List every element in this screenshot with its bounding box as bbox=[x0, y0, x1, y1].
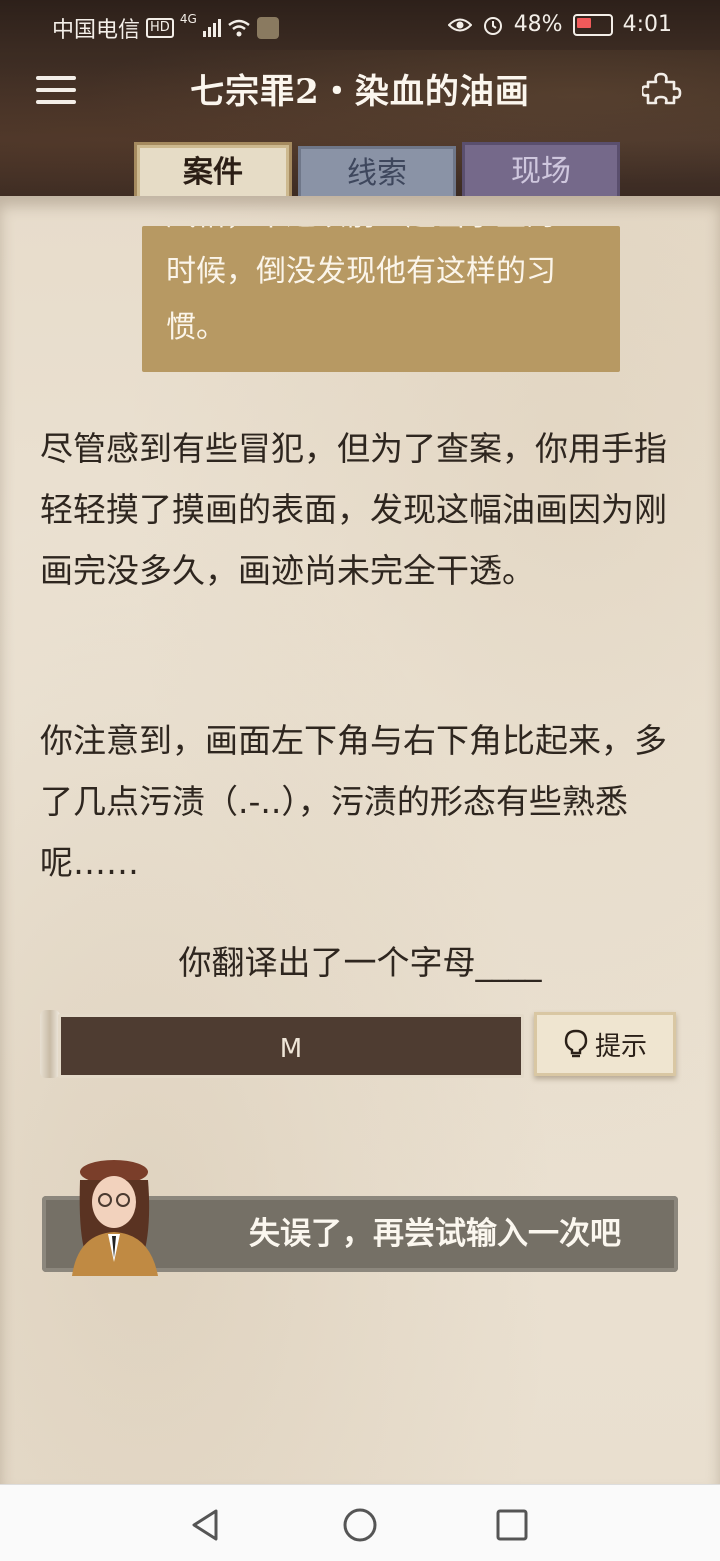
status-left: 中国电信 HD 4G bbox=[52, 12, 279, 44]
app-header: 七宗罪2・染血的油画 案件 线索 现场 bbox=[0, 50, 720, 206]
dialogue-box: 风格，不过以前一起当学生的 时候，倒没发现他有这样的习 惯。 bbox=[142, 226, 620, 372]
wifi-icon bbox=[227, 19, 250, 37]
hint-button[interactable]: 提示 bbox=[534, 1012, 676, 1076]
tab-clues[interactable]: 线索 bbox=[298, 146, 456, 202]
hint-button-label: 提示 bbox=[594, 1031, 647, 1062]
puzzle-icon[interactable] bbox=[642, 68, 682, 108]
page-title: 七宗罪2・染血的油画 bbox=[190, 72, 530, 112]
narration-paragraph: 你注意到，画面左下角与右下角比起来，多了几点污渍（.-..），污渍的形态有些熟悉… bbox=[40, 721, 667, 882]
battery-icon bbox=[572, 13, 613, 36]
app-notification-icon bbox=[256, 17, 279, 39]
narration-paragraph: 尽管感到有些冒犯，但为了查案，你用手指轻轻摸了摸画的表面，发现这幅油画因为刚画完… bbox=[40, 429, 667, 590]
network-type: 4G bbox=[179, 12, 197, 26]
scroll-end-decoration bbox=[40, 1010, 60, 1078]
feedback-message: 失误了，再尝试输入一次吧 bbox=[249, 1216, 621, 1252]
status-bar: 中国电信 HD 4G 48% 4:01 bbox=[0, 0, 720, 50]
battery-percent: 48% bbox=[513, 12, 563, 37]
answer-scroll: M bbox=[40, 1010, 526, 1080]
status-right: 48% 4:01 bbox=[447, 12, 672, 37]
signal-icon bbox=[202, 19, 221, 37]
dialogue-line: 惯。 bbox=[166, 310, 226, 345]
eye-icon bbox=[447, 18, 472, 31]
answer-input[interactable]: M bbox=[58, 1014, 524, 1078]
dialogue-line: 风格，不过以前一起当学生的 bbox=[166, 226, 596, 244]
question-prompt: 你翻译出了一个字母____ bbox=[178, 943, 542, 982]
clock: 4:01 bbox=[622, 12, 672, 37]
back-icon[interactable] bbox=[186, 1505, 226, 1545]
home-icon[interactable] bbox=[340, 1505, 380, 1545]
detective-avatar bbox=[72, 1160, 158, 1276]
dialogue-line: 时候，倒没发现他有这样的习 bbox=[166, 254, 556, 289]
alarm-icon bbox=[483, 16, 502, 35]
system-nav-bar bbox=[0, 1484, 720, 1561]
carrier-name: 中国电信 bbox=[52, 18, 141, 43]
lightbulb-icon bbox=[564, 1029, 588, 1058]
recents-icon[interactable] bbox=[492, 1505, 532, 1545]
hd-badge: HD bbox=[146, 18, 174, 38]
tab-scene[interactable]: 现场 bbox=[462, 142, 620, 202]
